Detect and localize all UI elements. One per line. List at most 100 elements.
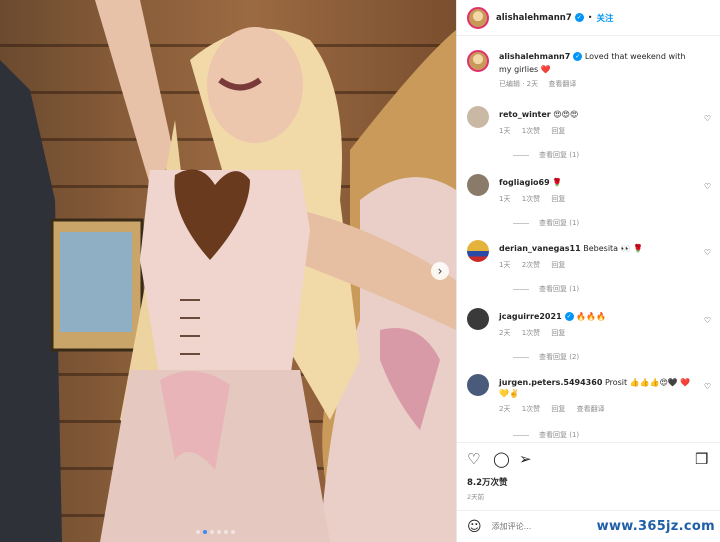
comment-text: 😍😍😍 bbox=[553, 110, 579, 119]
comment-like-heart-icon[interactable]: ♡ bbox=[704, 248, 711, 257]
bookmark-icon[interactable]: ❒ bbox=[695, 449, 708, 469]
caption-edited-time: 已编辑 · 2天 bbox=[499, 80, 539, 88]
comment-translate-link[interactable]: 查看翻译 bbox=[577, 405, 605, 413]
comment-meta: 1天 1次赞 回复 bbox=[499, 194, 574, 204]
carousel-dot bbox=[217, 530, 221, 534]
comment-likes[interactable]: 1次赞 bbox=[522, 405, 540, 413]
comment-likes[interactable]: 2次赞 bbox=[522, 261, 540, 269]
comment-text-line: jcaguirre2021 ✓ 🔥🔥🔥 bbox=[499, 311, 695, 322]
caption-meta: 已编辑 · 2天 查看翻译 bbox=[499, 78, 699, 91]
comment-reply-button[interactable]: 回复 bbox=[551, 127, 565, 135]
view-replies-label: 查看回复 (1) bbox=[539, 285, 580, 293]
view-replies-button[interactable]: 查看回复 (2) bbox=[513, 352, 579, 362]
comment-text-line: jurgen.peters.5494360 Prosit 👍👍👍😍🖤 ❤️💛✌️ bbox=[499, 377, 695, 399]
post-header: alishalehmann7 ✓ • 关注 bbox=[457, 0, 720, 36]
commenter-username[interactable]: jcaguirre2021 bbox=[499, 312, 562, 321]
post-caption: alishalehmann7 ✓ Loved that weekend with … bbox=[467, 50, 711, 91]
carousel-dot bbox=[224, 530, 228, 534]
comment-reply-button[interactable]: 回复 bbox=[551, 195, 565, 203]
view-replies-label: 查看回复 (1) bbox=[539, 151, 580, 159]
comment-time: 1天 bbox=[499, 195, 511, 203]
comment-meta: 2天 1次赞 回复 查看翻译 bbox=[499, 404, 614, 414]
commenter-username[interactable]: jurgen.peters.5494360 bbox=[499, 378, 602, 387]
caption-translate-link[interactable]: 查看翻译 bbox=[548, 80, 576, 88]
comment-composer: ☺ www.365jz.com bbox=[457, 510, 720, 542]
view-replies-label: 查看回复 (1) bbox=[539, 219, 580, 227]
comment-time: 2天 bbox=[499, 329, 511, 337]
chevron-right-icon: › bbox=[437, 264, 443, 278]
comment-text: 🌹 bbox=[552, 178, 563, 187]
heart-icon[interactable]: ♡ bbox=[467, 449, 480, 469]
commenter-avatar[interactable] bbox=[467, 374, 489, 396]
view-replies-button[interactable]: 查看回复 (1) bbox=[513, 284, 579, 294]
verified-badge-icon: ✓ bbox=[564, 312, 574, 321]
view-replies-label: 查看回复 (2) bbox=[539, 353, 580, 361]
comments-scroll-area[interactable]: alishalehmann7 ✓ Loved that weekend with … bbox=[457, 36, 720, 442]
comment-text: Bebesita 👀 🌹 bbox=[583, 244, 644, 253]
poster-art bbox=[60, 232, 132, 332]
commenter-username[interactable]: derian_vanegas11 bbox=[499, 244, 581, 253]
carousel-dots bbox=[196, 530, 235, 534]
comment-item: derian_vanegas11 Bebesita 👀 🌹 1天 2次赞 回复 … bbox=[467, 240, 711, 300]
verified-badge-icon: ✓ bbox=[574, 13, 584, 22]
raised-arm bbox=[95, 0, 175, 185]
caption-avatar[interactable] bbox=[467, 50, 489, 72]
comment-text-line: fogliagio69 🌹 bbox=[499, 177, 695, 188]
comment-meta: 2天 1次赞 回复 bbox=[499, 328, 574, 338]
verified-badge-icon: ✓ bbox=[573, 52, 583, 61]
post-date: 2天前 bbox=[467, 493, 485, 501]
comment-item: jurgen.peters.5494360 Prosit 👍👍👍😍🖤 ❤️💛✌️… bbox=[467, 374, 711, 442]
post-actions: ♡ ◯ ➢ ❒ 8.2万次赞 2天前 bbox=[457, 442, 720, 514]
comment-likes[interactable]: 1次赞 bbox=[522, 195, 540, 203]
comment-likes[interactable]: 1次赞 bbox=[522, 329, 540, 337]
comment-reply-button[interactable]: 回复 bbox=[551, 329, 565, 337]
view-replies-button[interactable]: 查看回复 (1) bbox=[513, 218, 579, 228]
comment-like-heart-icon[interactable]: ♡ bbox=[704, 316, 711, 325]
view-replies-button[interactable]: 查看回复 (1) bbox=[513, 150, 579, 160]
commenter-avatar[interactable] bbox=[467, 240, 489, 262]
comment-input[interactable] bbox=[491, 522, 612, 531]
comment-reply-button[interactable]: 回复 bbox=[551, 405, 565, 413]
comment-icon[interactable]: ◯ bbox=[493, 449, 510, 469]
replies-line bbox=[513, 222, 529, 224]
carousel-dot bbox=[210, 530, 214, 534]
comment-meta: 1天 2次赞 回复 bbox=[499, 260, 574, 270]
replies-line bbox=[513, 288, 529, 290]
comment-time: 1天 bbox=[499, 127, 511, 135]
action-icons-row: ♡ ◯ ➢ ❒ bbox=[467, 449, 711, 469]
comment-likes[interactable]: 1次赞 bbox=[522, 127, 540, 135]
post-photo[interactable]: › bbox=[0, 0, 456, 542]
comment-like-heart-icon[interactable]: ♡ bbox=[704, 182, 711, 191]
caption-username[interactable]: alishalehmann7 bbox=[499, 52, 570, 61]
author-avatar[interactable] bbox=[467, 6, 489, 29]
comment-reply-button[interactable]: 回复 bbox=[551, 261, 565, 269]
comment-meta: 1天 1次赞 回复 bbox=[499, 126, 574, 136]
commenter-avatar[interactable] bbox=[467, 106, 489, 128]
watermark-text: www.365jz.com bbox=[596, 519, 715, 534]
comment-like-heart-icon[interactable]: ♡ bbox=[704, 114, 711, 123]
commenter-username[interactable]: fogliagio69 bbox=[499, 178, 550, 187]
comment-item: fogliagio69 🌹 1天 1次赞 回复 ♡ 查看回复 (1) bbox=[467, 174, 711, 234]
likes-count[interactable]: 8.2万次赞 bbox=[467, 476, 508, 488]
view-replies-label: 查看回复 (1) bbox=[539, 431, 580, 439]
view-replies-button[interactable]: 查看回复 (1) bbox=[513, 430, 579, 440]
comment-time: 2天 bbox=[499, 405, 511, 413]
share-icon[interactable]: ➢ bbox=[519, 449, 532, 469]
replies-line bbox=[513, 154, 529, 156]
comment-text-line: reto_winter 😍😍😍 bbox=[499, 109, 695, 120]
separator-dot: • bbox=[587, 13, 593, 22]
carousel-dot bbox=[231, 530, 235, 534]
commenter-username[interactable]: reto_winter bbox=[499, 110, 551, 119]
photo-illustration bbox=[0, 0, 456, 542]
commenter-avatar[interactable] bbox=[467, 174, 489, 196]
follow-button[interactable]: 关注 bbox=[596, 12, 613, 24]
author-username[interactable]: alishalehmann7 bbox=[496, 13, 572, 23]
comment-time: 1天 bbox=[499, 261, 511, 269]
emoji-icon[interactable]: ☺ bbox=[467, 519, 482, 535]
next-photo-button[interactable]: › bbox=[431, 262, 449, 280]
comment-like-heart-icon[interactable]: ♡ bbox=[704, 382, 711, 391]
replies-line bbox=[513, 356, 529, 358]
replies-line bbox=[513, 434, 529, 436]
commenter-avatar[interactable] bbox=[467, 308, 489, 330]
comment-text-line: derian_vanegas11 Bebesita 👀 🌹 bbox=[499, 243, 695, 254]
